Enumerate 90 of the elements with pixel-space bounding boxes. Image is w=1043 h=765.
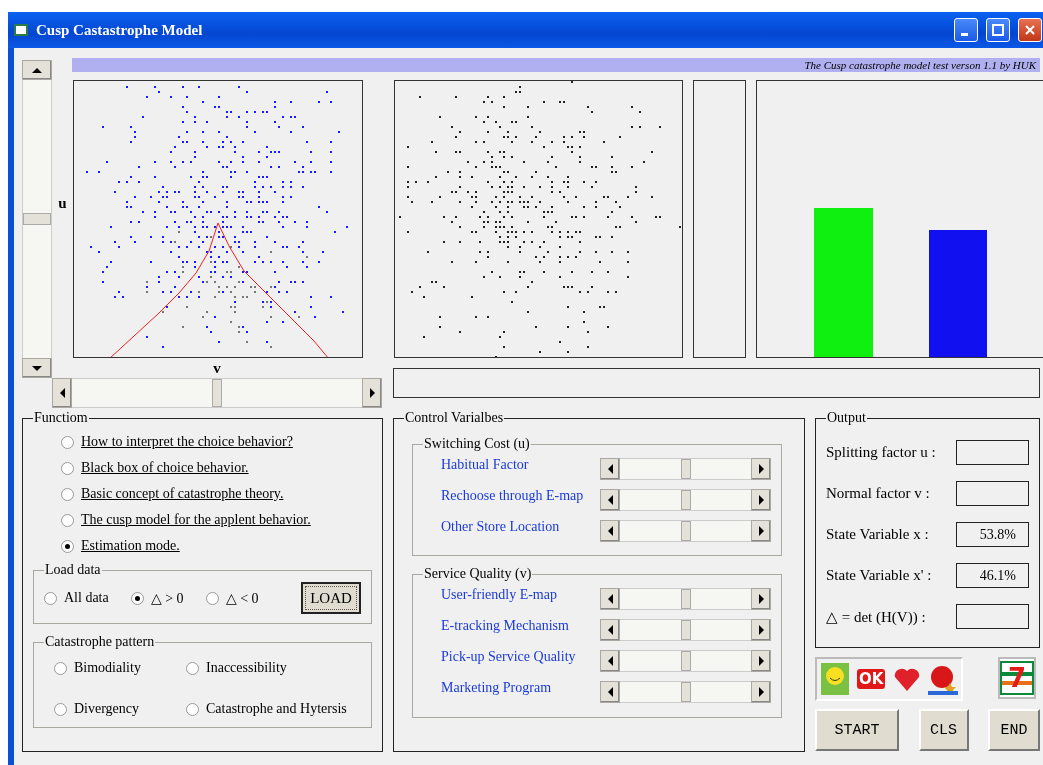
radio-button[interactable] xyxy=(61,435,74,449)
maximize-button[interactable] xyxy=(986,18,1010,42)
radio-button[interactable] xyxy=(61,539,74,553)
slider-thumb[interactable] xyxy=(680,682,691,702)
option-label[interactable]: The cusp model for the applent behavior. xyxy=(81,512,311,528)
radio-button[interactable] xyxy=(186,702,199,716)
banner-text: The Cusp catastrophe model test verson 1.1 by HUK xyxy=(72,58,1040,72)
radio-button[interactable] xyxy=(44,591,57,605)
variable-label: Other Store Location xyxy=(441,519,560,535)
variable-label: E-tracking Mechanism xyxy=(441,618,569,634)
radio-button[interactable] xyxy=(61,461,74,475)
option-label[interactable]: △ < 0 xyxy=(225,589,259,607)
group-title: Switching Cost (u) xyxy=(423,436,531,452)
store-logo: OK xyxy=(855,668,887,691)
slider-thumb[interactable] xyxy=(680,521,691,541)
option-label[interactable]: Bimodiality xyxy=(74,660,141,676)
store-logo: 7 xyxy=(998,657,1036,699)
output-field: 46.1% xyxy=(956,563,1029,588)
option-label[interactable]: Inaccessibility xyxy=(206,660,287,676)
load-button[interactable]: LOAD xyxy=(301,582,361,614)
slider-thumb[interactable] xyxy=(680,620,691,640)
scroll-left-button[interactable] xyxy=(600,520,620,542)
window-title: Cusp Castastrophe Model xyxy=(36,21,204,39)
scroll-left-button[interactable] xyxy=(600,458,620,480)
scroll-left-button[interactable] xyxy=(600,619,620,641)
radio-button[interactable] xyxy=(61,487,74,501)
output-label: State Variable x' : xyxy=(826,567,932,584)
group-title: Functiom xyxy=(33,410,89,426)
option-label[interactable]: △ > 0 xyxy=(150,589,184,607)
output-label: Normal factor v : xyxy=(826,485,930,502)
scroll-right-button[interactable] xyxy=(362,378,382,408)
slider-thumb[interactable] xyxy=(680,651,691,671)
axis-label: u xyxy=(57,195,68,213)
command-button[interactable]: CLS xyxy=(918,709,969,751)
output-label: State Variable x : xyxy=(826,526,929,543)
radio-button[interactable] xyxy=(61,513,74,527)
radio-button[interactable] xyxy=(186,661,199,675)
slider-thumb[interactable] xyxy=(680,490,691,510)
variable-label: Habitual Factor xyxy=(441,457,529,473)
slider-thumb[interactable] xyxy=(680,589,691,609)
scroll-left-button[interactable] xyxy=(600,489,620,511)
variable-label: Marketing Program xyxy=(441,680,552,696)
scroll-left-button[interactable] xyxy=(600,588,620,610)
group-title: Service Quality (v) xyxy=(423,566,533,582)
scroll-right-button[interactable] xyxy=(751,520,771,542)
radio-button[interactable] xyxy=(205,591,219,605)
scroll-down-button[interactable] xyxy=(22,358,52,378)
close-icon xyxy=(1024,24,1036,36)
scroll-right-button[interactable] xyxy=(751,588,771,610)
radio-button[interactable] xyxy=(130,591,144,605)
slider-thumb[interactable] xyxy=(23,213,51,225)
option-label[interactable]: Black box of choice behavior. xyxy=(81,460,249,476)
scroll-right-button[interactable] xyxy=(751,458,771,480)
output-label: Splitting factor u : xyxy=(826,444,936,461)
option-label[interactable]: Catastrophe and Hytersis xyxy=(206,701,347,717)
variable-label: User-friendly E-map xyxy=(441,587,557,603)
radio-button[interactable] xyxy=(54,702,67,716)
scroll-right-button[interactable] xyxy=(751,619,771,641)
group-title: Output xyxy=(826,410,867,426)
axis-label: v xyxy=(213,359,221,378)
close-button[interactable] xyxy=(1018,18,1042,42)
scroll-right-button[interactable] xyxy=(751,650,771,672)
maximize-icon xyxy=(992,24,1004,36)
smiley-logo-icon xyxy=(820,662,851,696)
minimize-button[interactable] xyxy=(954,18,978,42)
variable-label: Pick-up Service Quality xyxy=(441,649,576,665)
scroll-up-button[interactable] xyxy=(22,60,52,80)
scroll-left-button[interactable] xyxy=(600,650,620,672)
radio-button[interactable] xyxy=(54,661,67,675)
command-button[interactable]: END xyxy=(988,709,1040,751)
window-icon xyxy=(14,24,28,36)
group-title: Control Varialbes xyxy=(404,410,505,426)
option-label[interactable]: How to interpret the choice behavior? xyxy=(81,434,293,450)
option-label[interactable]: Estimation mode. xyxy=(81,538,180,554)
variable-label: Rechoose through E-map xyxy=(441,488,584,504)
minimize-icon xyxy=(961,32,968,36)
group-title: Catastrophe pattern xyxy=(44,634,156,650)
scroll-right-button[interactable] xyxy=(751,489,771,511)
scroll-left-button[interactable] xyxy=(600,681,620,703)
slider-thumb[interactable] xyxy=(212,379,222,407)
slider-thumb[interactable] xyxy=(680,459,691,479)
option-label[interactable]: Basic concept of catastrophe theory. xyxy=(81,486,284,502)
scroll-right-button[interactable] xyxy=(751,681,771,703)
command-button[interactable]: START xyxy=(815,709,899,751)
option-label[interactable]: Divergency xyxy=(74,701,140,717)
scroll-left-button[interactable] xyxy=(52,378,72,408)
option-label[interactable]: All data xyxy=(64,590,109,606)
output-field: 53.8% xyxy=(956,522,1029,547)
output-label: △ = det (H(V)) : xyxy=(826,607,926,626)
group-title: Load data xyxy=(44,562,102,578)
